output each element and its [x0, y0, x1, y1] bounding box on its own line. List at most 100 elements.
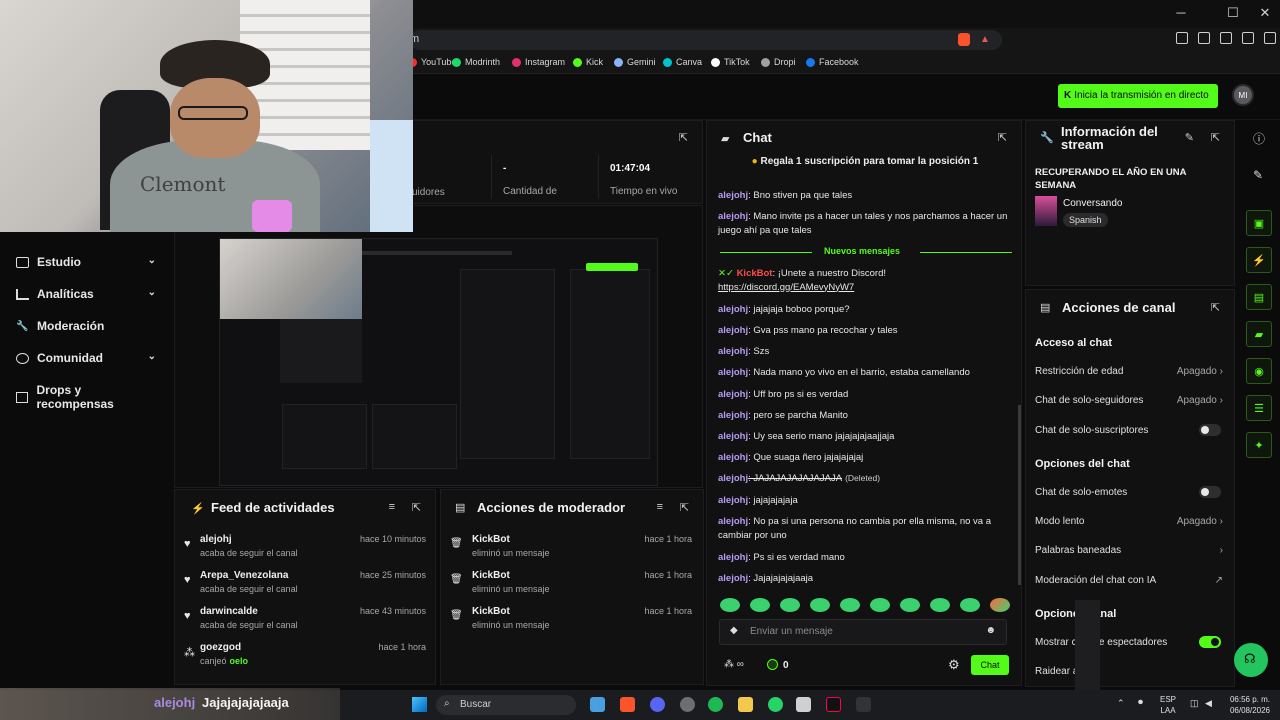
popout-icon[interactable]: ⇱	[412, 501, 421, 514]
chat-message[interactable]: alejohj: No pa si una persona no cambia …	[718, 515, 1014, 542]
list-item[interactable]: ♥ alejohj acaba de seguir el canal hace 10 …	[184, 534, 426, 558]
chat-message[interactable]: alejohj: Szs	[718, 345, 1014, 359]
brave-shield-icon[interactable]	[958, 33, 970, 46]
emote-button[interactable]	[870, 598, 890, 612]
banned-words-row[interactable]: Palabras baneadas ›	[1035, 545, 1223, 556]
sidebar-item-comunidad[interactable]: Comunidad ⌄	[16, 351, 156, 365]
taskbar-search[interactable]: ⌕ Buscar	[436, 695, 576, 715]
rail-button-doc[interactable]: ▤	[1246, 284, 1272, 310]
list-item[interactable]: 🗑 KickBot eliminó un mensaje hace 1 hora	[450, 606, 692, 630]
chat-username[interactable]: alejohj	[718, 410, 748, 421]
github-icon[interactable]	[680, 697, 695, 712]
chat-message[interactable]: alejohj: Gva pss mano pa recochar y tale…	[718, 324, 1014, 338]
bookmark-canva[interactable]: Canva	[663, 57, 702, 67]
chat-username[interactable]: alejohj	[718, 367, 748, 378]
popout-icon[interactable]: ⇱	[679, 131, 688, 144]
discord-icon[interactable]	[650, 697, 665, 712]
windows-start-icon[interactable]	[412, 697, 427, 712]
maximize-icon[interactable]: ☐	[1218, 5, 1248, 21]
chat-message[interactable]: alejohj: jajajaja boboo porque?	[718, 303, 1014, 317]
chat-username[interactable]: alejohj	[718, 552, 748, 563]
list-item[interactable]: 🗑 KickBot eliminó un mensaje hace 1 hora	[450, 534, 692, 558]
chat-message[interactable]: alejohj: Ps si es verdad mano	[718, 551, 1014, 565]
chat-username[interactable]: alejohj	[718, 346, 748, 357]
emoji-icon[interactable]: ☻	[985, 625, 996, 636]
followers-only-row[interactable]: Chat de solo-seguidores Apagado ›	[1035, 395, 1223, 406]
discord-link[interactable]: https://discord.gg/EAMevyNyW7	[718, 282, 854, 293]
sidebar-item-moderacion[interactable]: 🔧 Moderación	[16, 319, 156, 333]
chat-username[interactable]: KickBot	[737, 268, 773, 279]
download-icon[interactable]	[1264, 32, 1276, 44]
chat-message[interactable]: alejohj: Uff bro ps si es verdad	[718, 388, 1014, 402]
bookmark-modrinth[interactable]: Modrinth	[452, 57, 500, 67]
chat-scrollbar[interactable]	[1018, 405, 1021, 585]
chat-username[interactable]: alejohj	[718, 211, 748, 222]
list-item[interactable]: 🗑 KickBot eliminó un mensaje hace 1 hora	[450, 570, 692, 594]
emote-button[interactable]	[750, 598, 770, 612]
go-live-button[interactable]: K Inicia la transmisión en directo	[1058, 84, 1218, 108]
show-viewers-toggle[interactable]	[1199, 636, 1221, 648]
chat-message[interactable]: alejohj: Uy sea serio mano jajajajajaajj…	[718, 430, 1014, 444]
epic-icon[interactable]	[856, 697, 871, 712]
chat-username[interactable]: alejohj	[718, 389, 748, 400]
emote-button[interactable]	[900, 598, 920, 612]
list-item[interactable]: ♥ darwincalde acaba de seguir el canal hace…	[184, 606, 426, 630]
url-field[interactable]: m	[410, 30, 1002, 50]
chat-username[interactable]: alejohj	[718, 573, 748, 584]
rail-button-bolt[interactable]: ⚡	[1246, 247, 1272, 273]
chat-message[interactable]: alejohj: jajajajajaja	[718, 494, 1014, 508]
clock[interactable]: 06:56 p. m. 06/08/2026	[1224, 694, 1270, 716]
help-button[interactable]: ☊	[1234, 643, 1268, 677]
community-icon[interactable]: ⁂ ∞	[724, 659, 744, 670]
spotify-icon[interactable]	[708, 697, 723, 712]
subs-only-toggle[interactable]	[1199, 424, 1221, 436]
language-indicator[interactable]: ESP LAA	[1160, 694, 1176, 716]
rail-button-list[interactable]: ☰	[1246, 395, 1272, 421]
emote-button[interactable]	[840, 598, 860, 612]
bookmark-gemini[interactable]: Gemini	[614, 57, 656, 67]
info-icon[interactable]: ⓘ	[1253, 130, 1265, 147]
chat-message[interactable]: alejohj: Jajajajajajaaja	[718, 572, 1014, 586]
filter-icon[interactable]: ≡	[657, 501, 663, 513]
emote-button[interactable]	[960, 598, 980, 612]
emote-button[interactable]	[810, 598, 830, 612]
volume-icon[interactable]: ◀	[1205, 698, 1212, 709]
chat-input[interactable]: ◆ Enviar un mensaje ☻	[719, 619, 1007, 645]
close-icon[interactable]: ✕	[1250, 5, 1280, 21]
wallet-icon[interactable]	[1198, 32, 1210, 44]
whatsapp-icon[interactable]	[768, 697, 783, 712]
sidebar-item-estudio[interactable]: Estudio ⌄	[16, 255, 156, 269]
chat-message[interactable]: alejohj: JAJAJAJAJAJAJAJA (Deleted)	[718, 472, 1014, 486]
rail-button-broadcast[interactable]: ◉	[1246, 358, 1272, 384]
chat-username[interactable]: alejohj	[718, 473, 748, 484]
age-restriction-row[interactable]: Restricción de edad Apagado ›	[1035, 366, 1223, 377]
chat-username[interactable]: alejohj	[718, 431, 748, 442]
popout-icon[interactable]: ⇱	[1211, 131, 1220, 144]
emote-button[interactable]	[780, 598, 800, 612]
network-icon[interactable]: ◫	[1190, 698, 1199, 709]
bookmark-kick[interactable]: Kick	[573, 57, 603, 67]
chat-username[interactable]: alejohj	[718, 452, 748, 463]
steam-icon[interactable]	[590, 697, 605, 712]
rail-button-screen[interactable]: ▣	[1246, 210, 1272, 236]
emote-button[interactable]	[990, 598, 1010, 612]
tiktok-icon[interactable]	[826, 697, 841, 712]
sidebar-toggle-icon[interactable]	[1176, 32, 1188, 44]
bookmark-tiktok[interactable]: TikTok	[711, 57, 750, 67]
popout-icon[interactable]: ⇱	[998, 131, 1007, 144]
rail-button-wrench[interactable]: ✦	[1246, 432, 1272, 458]
emote-button[interactable]	[720, 598, 740, 612]
chat-username[interactable]: alejohj	[718, 325, 748, 336]
list-item[interactable]: ⁂ goezgod canjeó oelo hace 1 hora	[184, 642, 426, 666]
tray-chevron-icon[interactable]: ⌃	[1117, 698, 1125, 709]
emotes-only-toggle[interactable]	[1199, 486, 1221, 498]
leo-icon[interactable]	[1220, 32, 1232, 44]
stream-preview[interactable]	[219, 238, 658, 486]
slow-mode-row[interactable]: Modo lento Apagado ›	[1035, 516, 1223, 527]
sidebar-item-analiticas[interactable]: Analíticas ⌄	[16, 287, 156, 301]
popout-icon[interactable]: ⇱	[1211, 301, 1220, 314]
mic-icon[interactable]: ⏺	[1138, 697, 1143, 708]
folder-icon[interactable]	[738, 697, 753, 712]
chat-message[interactable]: alejohj: pero se parcha Manito	[718, 409, 1014, 423]
category-thumbnail[interactable]	[1035, 196, 1057, 226]
